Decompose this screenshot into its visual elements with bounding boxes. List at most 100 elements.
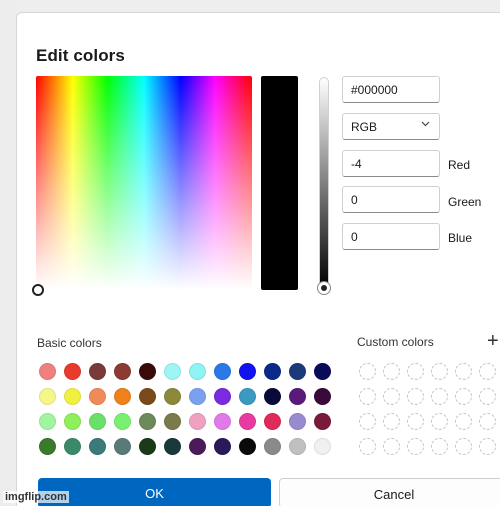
custom-color-slot[interactable] xyxy=(479,438,496,455)
basic-color-swatch[interactable] xyxy=(214,388,231,405)
custom-color-slot[interactable] xyxy=(455,388,472,405)
custom-color-slot[interactable] xyxy=(383,413,400,430)
custom-color-slot[interactable] xyxy=(407,438,424,455)
basic-color-swatch[interactable] xyxy=(264,413,281,430)
basic-colors-label: Basic colors xyxy=(37,336,102,350)
green-input[interactable]: 0 xyxy=(342,186,440,213)
basic-color-swatch[interactable] xyxy=(114,438,131,455)
basic-color-swatch[interactable] xyxy=(289,363,306,380)
red-input-value: -4 xyxy=(351,157,362,171)
basic-color-swatch[interactable] xyxy=(139,438,156,455)
basic-color-swatch[interactable] xyxy=(289,388,306,405)
basic-color-swatch[interactable] xyxy=(164,388,181,405)
red-input[interactable]: -4 xyxy=(342,150,440,177)
custom-color-slot[interactable] xyxy=(359,363,376,380)
custom-color-slot[interactable] xyxy=(383,363,400,380)
edit-colors-dialog: Edit colors #000000 RGB -4 Red 0 Green 0… xyxy=(16,12,500,506)
blue-label: Blue xyxy=(448,231,473,245)
basic-color-swatch[interactable] xyxy=(164,438,181,455)
color-preview xyxy=(261,76,298,290)
basic-color-swatch[interactable] xyxy=(114,388,131,405)
basic-color-swatch[interactable] xyxy=(64,413,81,430)
color-mode-select[interactable]: RGB xyxy=(342,113,440,140)
basic-color-swatch[interactable] xyxy=(39,363,56,380)
basic-color-swatch[interactable] xyxy=(89,388,106,405)
ok-button[interactable]: OK xyxy=(38,478,271,506)
basic-color-swatch[interactable] xyxy=(314,363,331,380)
basic-color-swatch[interactable] xyxy=(39,438,56,455)
basic-color-swatch[interactable] xyxy=(39,388,56,405)
basic-color-swatch[interactable] xyxy=(264,438,281,455)
chevron-down-icon xyxy=(421,118,430,130)
basic-color-swatch[interactable] xyxy=(214,438,231,455)
basic-color-swatch[interactable] xyxy=(214,413,231,430)
basic-color-swatch[interactable] xyxy=(189,413,206,430)
basic-color-swatch[interactable] xyxy=(289,413,306,430)
background-window-edge xyxy=(0,0,16,506)
spectrum-cursor[interactable] xyxy=(32,284,44,296)
basic-color-swatch[interactable] xyxy=(139,388,156,405)
basic-color-swatch[interactable] xyxy=(239,438,256,455)
basic-color-swatch[interactable] xyxy=(189,363,206,380)
hex-input-value: #000000 xyxy=(351,83,398,97)
custom-color-slot[interactable] xyxy=(407,413,424,430)
custom-color-slot[interactable] xyxy=(359,413,376,430)
custom-color-slot[interactable] xyxy=(431,413,448,430)
custom-color-slot[interactable] xyxy=(383,388,400,405)
basic-color-swatch[interactable] xyxy=(39,413,56,430)
custom-color-slot[interactable] xyxy=(431,363,448,380)
basic-color-swatch[interactable] xyxy=(264,388,281,405)
blue-input[interactable]: 0 xyxy=(342,223,440,250)
basic-color-swatch[interactable] xyxy=(239,363,256,380)
basic-color-swatch[interactable] xyxy=(189,388,206,405)
color-spectrum[interactable] xyxy=(32,76,252,296)
basic-color-swatch[interactable] xyxy=(239,413,256,430)
basic-color-swatch[interactable] xyxy=(89,413,106,430)
basic-color-swatch[interactable] xyxy=(64,363,81,380)
hex-input[interactable]: #000000 xyxy=(342,76,440,103)
green-input-value: 0 xyxy=(351,193,358,207)
add-custom-color-button[interactable]: + xyxy=(487,331,499,351)
custom-color-slot[interactable] xyxy=(431,438,448,455)
cancel-button[interactable]: Cancel xyxy=(279,478,500,506)
custom-color-slot[interactable] xyxy=(431,388,448,405)
basic-color-swatch[interactable] xyxy=(314,413,331,430)
basic-color-swatch[interactable] xyxy=(289,438,306,455)
green-label: Green xyxy=(448,195,482,209)
basic-color-swatch[interactable] xyxy=(114,363,131,380)
brightness-slider[interactable] xyxy=(317,77,331,295)
custom-color-slot[interactable] xyxy=(479,413,496,430)
custom-color-slot[interactable] xyxy=(455,438,472,455)
color-mode-value: RGB xyxy=(351,120,378,134)
basic-color-swatch[interactable] xyxy=(164,413,181,430)
basic-color-swatch[interactable] xyxy=(164,363,181,380)
basic-color-swatch[interactable] xyxy=(114,413,131,430)
custom-color-slot[interactable] xyxy=(455,363,472,380)
custom-colors-label: Custom colors xyxy=(357,335,434,349)
custom-color-slot[interactable] xyxy=(383,438,400,455)
custom-color-slot[interactable] xyxy=(359,438,376,455)
red-label: Red xyxy=(448,158,471,172)
basic-color-swatch[interactable] xyxy=(214,363,231,380)
basic-color-swatch[interactable] xyxy=(264,363,281,380)
basic-color-swatch[interactable] xyxy=(314,438,331,455)
custom-color-slot[interactable] xyxy=(455,413,472,430)
basic-color-swatch[interactable] xyxy=(139,413,156,430)
blue-input-value: 0 xyxy=(351,230,358,244)
basic-color-swatch[interactable] xyxy=(64,438,81,455)
basic-color-swatch[interactable] xyxy=(89,438,106,455)
custom-color-slot[interactable] xyxy=(479,388,496,405)
brightness-slider-thumb[interactable] xyxy=(317,281,331,295)
basic-color-swatch[interactable] xyxy=(314,388,331,405)
dialog-title: Edit colors xyxy=(36,46,125,65)
custom-color-slot[interactable] xyxy=(359,388,376,405)
basic-color-swatch[interactable] xyxy=(239,388,256,405)
basic-color-swatch[interactable] xyxy=(139,363,156,380)
basic-color-swatch[interactable] xyxy=(89,363,106,380)
imgflip-watermark: imgflip.com xyxy=(3,491,69,503)
basic-color-swatch[interactable] xyxy=(189,438,206,455)
custom-color-slot[interactable] xyxy=(407,388,424,405)
custom-color-slot[interactable] xyxy=(407,363,424,380)
custom-color-slot[interactable] xyxy=(479,363,496,380)
basic-color-swatch[interactable] xyxy=(64,388,81,405)
